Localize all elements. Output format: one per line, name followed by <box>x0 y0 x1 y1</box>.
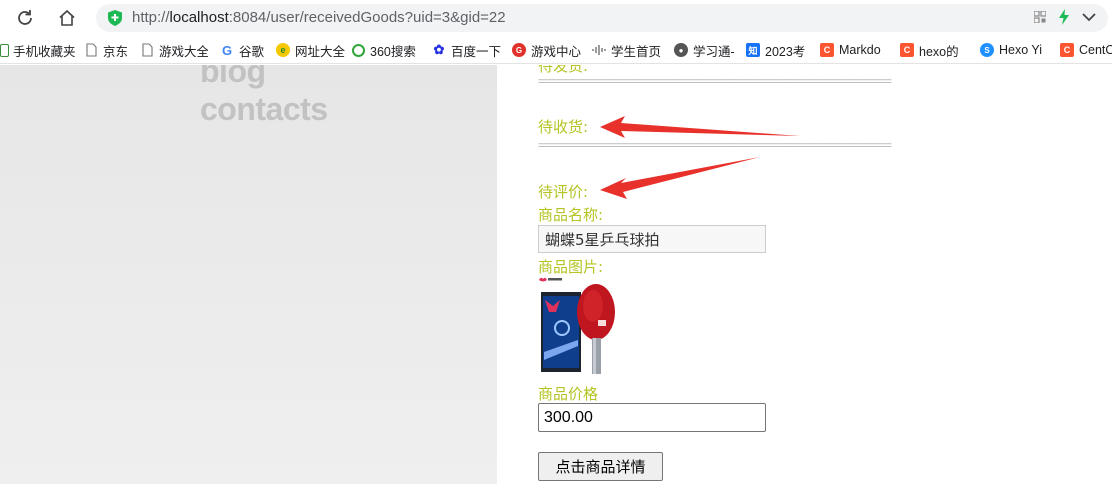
reload-button[interactable] <box>13 6 37 30</box>
phone-icon <box>0 43 9 57</box>
lightning-icon[interactable] <box>1058 9 1070 25</box>
zhihu-icon: 知 <box>746 43 760 57</box>
globe-icon: ● <box>674 43 688 57</box>
browser-toolbar: http://localhost:8084/user/receivedGoods… <box>0 0 1112 36</box>
csdn-icon: C <box>820 43 834 57</box>
home-button[interactable] <box>55 6 79 30</box>
baidu-paw-icon: ✿ <box>433 42 445 57</box>
home-icon <box>59 9 75 26</box>
divider-line: ========================================… <box>538 77 892 87</box>
pending-review-label: 待评价: <box>538 183 589 201</box>
url-host: localhost <box>169 9 229 26</box>
secure-shield-icon <box>108 10 122 26</box>
google-icon: G <box>221 42 233 58</box>
bookmarks-bar: 手机收藏夹 京东 游戏大全 G 谷歌 e 网址大全 360搜索 ✿ 百度一下 G… <box>0 36 1112 64</box>
bookmark-item[interactable]: S Hexo Yi <box>980 41 1048 59</box>
bookmark-item[interactable]: 360搜索 <box>352 41 424 59</box>
product-name-field[interactable] <box>538 225 766 253</box>
bookmark-item[interactable]: 学生首页 <box>592 41 662 59</box>
url-nav-icon: e <box>276 43 290 57</box>
game-center-icon: G <box>512 43 526 57</box>
page-content: blog contacts 待发货: =====================… <box>0 65 1112 484</box>
csdn-icon: C <box>900 43 914 57</box>
bookmark-item[interactable]: C CentO <box>1060 41 1112 59</box>
product-price-field[interactable] <box>538 403 766 432</box>
bookmark-item[interactable]: ✿ 百度一下 <box>432 41 504 59</box>
page-icon <box>86 43 97 57</box>
qr-code-icon[interactable] <box>1034 11 1046 23</box>
page-icon <box>142 43 153 57</box>
sidebar-blog-text: blog <box>200 65 266 89</box>
red-arrow-icon <box>600 116 800 138</box>
address-bar[interactable]: http://localhost:8084/user/receivedGoods… <box>96 4 1108 32</box>
product-name-label: 商品名称: <box>538 206 604 224</box>
sidebar-contacts-text: contacts <box>200 91 328 127</box>
product-detail-button[interactable]: 点击商品详情 <box>538 452 663 481</box>
bookmark-item[interactable]: e 网址大全 <box>276 41 346 59</box>
url-text[interactable]: http://localhost:8084/user/receivedGoods… <box>132 9 506 26</box>
url-scheme: http:// <box>132 9 170 26</box>
left-sidebar: blog contacts <box>0 65 497 484</box>
reload-icon <box>18 10 32 25</box>
pending-ship-label: 待发货: <box>538 65 589 75</box>
url-path: :8084/user/receivedGoods?uid=3&gid=22 <box>228 9 506 26</box>
product-image <box>538 274 618 377</box>
csdn-icon: C <box>1060 43 1074 57</box>
bookmark-item[interactable]: C hexo的 <box>900 41 970 59</box>
bookmark-item[interactable]: 手机收藏夹 <box>0 41 76 59</box>
divider-line: ========================================… <box>538 141 892 151</box>
red-arrow-icon <box>600 157 760 199</box>
bookmark-item[interactable]: 游戏大全 <box>140 41 208 59</box>
bookmark-item[interactable]: 京东 <box>84 41 132 59</box>
pending-receive-label: 待收货: <box>538 118 589 136</box>
bookmark-item[interactable]: G 游戏中心 <box>512 41 584 59</box>
hexo-icon: S <box>980 43 994 57</box>
bookmark-item[interactable]: 知 2023考 <box>746 41 808 59</box>
360-icon <box>352 43 365 57</box>
product-price-label: 商品价格 <box>538 385 599 403</box>
bookmark-item[interactable]: ● 学习通- <box>674 41 738 59</box>
bookmark-item[interactable]: C Markdo <box>820 41 890 59</box>
bookmark-item[interactable]: G 谷歌 <box>220 41 270 59</box>
audio-bars-icon <box>592 45 606 55</box>
chevron-down-icon[interactable] <box>1082 12 1096 22</box>
